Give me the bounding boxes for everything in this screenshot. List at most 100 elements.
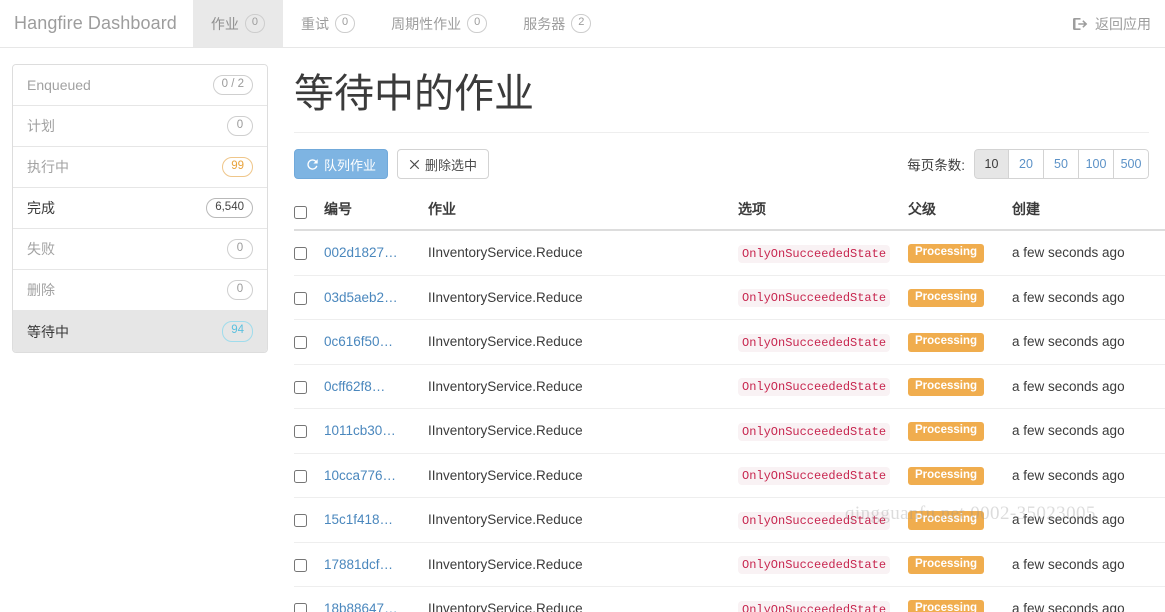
row-checkbox[interactable] [294,559,307,572]
select-all-checkbox[interactable] [294,206,307,219]
row-checkbox[interactable] [294,514,307,527]
sidebar-item-4[interactable]: 失败0 [13,229,267,270]
job-id-link[interactable]: 0c616f50… [324,334,393,349]
sidebar-item-badge: 0 / 2 [213,75,253,95]
back-to-app-link[interactable]: 返回应用 [1073,14,1151,34]
nav-tab-2[interactable]: 周期性作业0 [373,0,505,47]
job-option-cell: OnlyOnSucceededState [738,453,908,498]
toolbar: 队列作业 删除选中 每页条数: 102050100500 [294,149,1149,179]
job-option-code: OnlyOnSucceededState [738,334,890,352]
sidebar-item-6[interactable]: 等待中94 [13,311,267,352]
job-option-code: OnlyOnSucceededState [738,245,890,263]
nav-tab-count: 0 [245,14,265,32]
table-row: 1011cb30…IInventoryService.ReduceOnlyOnS… [294,409,1165,454]
job-id-cell: 0c616f50… [324,320,428,365]
per-page-option-20[interactable]: 20 [1009,149,1044,179]
sidebar-item-badge: 6,540 [206,198,253,218]
job-id-link[interactable]: 0cff62f8… [324,379,385,394]
job-created-cell: a few seconds ago [1012,364,1165,409]
nav-tab-count: 0 [335,14,355,32]
job-option-code: OnlyOnSucceededState [738,467,890,485]
job-option-cell: OnlyOnSucceededState [738,320,908,365]
requeue-jobs-label: 队列作业 [324,155,376,174]
job-id-cell: 10cca776… [324,453,428,498]
job-option-code: OnlyOnSucceededState [738,423,890,441]
job-id-link[interactable]: 18b88647… [324,601,398,612]
job-name-cell: IInventoryService.Reduce [428,587,738,612]
job-name-cell: IInventoryService.Reduce [428,275,738,320]
row-select-cell [294,453,324,498]
job-name-cell: IInventoryService.Reduce [428,230,738,275]
per-page-option-10[interactable]: 10 [974,149,1009,179]
job-id-link[interactable]: 10cca776… [324,468,396,483]
table-row: 03d5aeb2… IInventoryService.ReduceOnlyOnS… [294,275,1165,320]
header-parent: 父级 [908,193,1012,230]
job-id-link[interactable]: 15c1f418… [324,512,393,527]
job-parent-cell: Processing [908,275,1012,320]
requeue-jobs-button[interactable]: 队列作业 [294,149,388,179]
header-job: 作业 [428,193,738,230]
job-name-cell: IInventoryService.Reduce [428,542,738,587]
delete-selected-button[interactable]: 删除选中 [397,149,489,179]
sidebar-item-badge: 99 [222,157,253,177]
per-page-option-50[interactable]: 50 [1044,149,1079,179]
job-parent-cell: Processing [908,587,1012,612]
row-checkbox[interactable] [294,247,307,260]
sidebar-item-0[interactable]: Enqueued0 / 2 [13,65,267,106]
row-select-cell [294,409,324,454]
row-checkbox[interactable] [294,603,307,612]
jobs-table-body: 002d1827…IInventoryService.ReduceOnlyOnS… [294,230,1165,612]
job-parent-cell: Processing [908,542,1012,587]
row-checkbox[interactable] [294,336,307,349]
job-name-cell: IInventoryService.Reduce [428,498,738,543]
job-created-cell: a few seconds ago [1012,453,1165,498]
sidebar-item-1[interactable]: 计划0 [13,106,267,147]
nav-tab-0[interactable]: 作业0 [193,0,283,47]
per-page-option-100[interactable]: 100 [1079,149,1114,179]
job-option-code: OnlyOnSucceededState [738,512,890,530]
row-checkbox[interactable] [294,470,307,483]
sidebar-item-5[interactable]: 删除0 [13,270,267,311]
header-option: 选项 [738,193,908,230]
per-page-option-500[interactable]: 500 [1114,149,1149,179]
job-parent-cell: Processing [908,453,1012,498]
row-checkbox[interactable] [294,381,307,394]
job-id-link[interactable]: 03d5aeb2… [324,290,398,305]
job-option-code: OnlyOnSucceededState [738,378,890,396]
table-row: 18b88647… IInventoryService.ReduceOnlyOnS… [294,587,1165,612]
sidebar-item-3[interactable]: 完成6,540 [13,188,267,229]
job-parent-cell: Processing [908,409,1012,454]
row-checkbox[interactable] [294,292,307,305]
job-id-cell: 15c1f418… [324,498,428,543]
job-created-cell: a few seconds ago [1012,320,1165,365]
nav-tab-label: 周期性作业 [391,14,461,34]
sidebar-item-2[interactable]: 执行中99 [13,147,267,188]
job-created-cell: a few seconds ago [1012,275,1165,320]
job-id-link[interactable]: 1011cb30… [324,423,396,438]
remove-icon [409,159,420,170]
title-divider [294,132,1149,133]
nav-tab-label: 重试 [301,14,329,34]
job-id-link[interactable]: 17881dcf… [324,557,393,572]
row-select-cell [294,364,324,409]
job-option-code: OnlyOnSucceededState [738,289,890,307]
job-id-cell: 002d1827… [324,230,428,275]
job-parent-cell: Processing [908,364,1012,409]
row-checkbox[interactable] [294,425,307,438]
job-option-code: OnlyOnSucceededState [738,556,890,574]
job-option-cell: OnlyOnSucceededState [738,587,908,612]
job-id-cell: 03d5aeb2… [324,275,428,320]
job-option-cell: OnlyOnSucceededState [738,275,908,320]
header-created: 创建 [1012,193,1165,230]
job-parent-cell: Processing [908,230,1012,275]
nav-tab-3[interactable]: 服务器2 [505,0,609,47]
sidebar-item-badge: 0 [227,239,253,259]
nav-tab-1[interactable]: 重试 0 [283,0,373,47]
navbar-right: 返回应用 [1073,0,1165,47]
job-id-cell: 17881dcf… [324,542,428,587]
status-badge: Processing [908,600,984,612]
job-created-cell: a few seconds ago [1012,498,1165,543]
status-badge: Processing [908,511,984,530]
job-id-link[interactable]: 002d1827… [324,245,398,260]
row-select-cell [294,275,324,320]
